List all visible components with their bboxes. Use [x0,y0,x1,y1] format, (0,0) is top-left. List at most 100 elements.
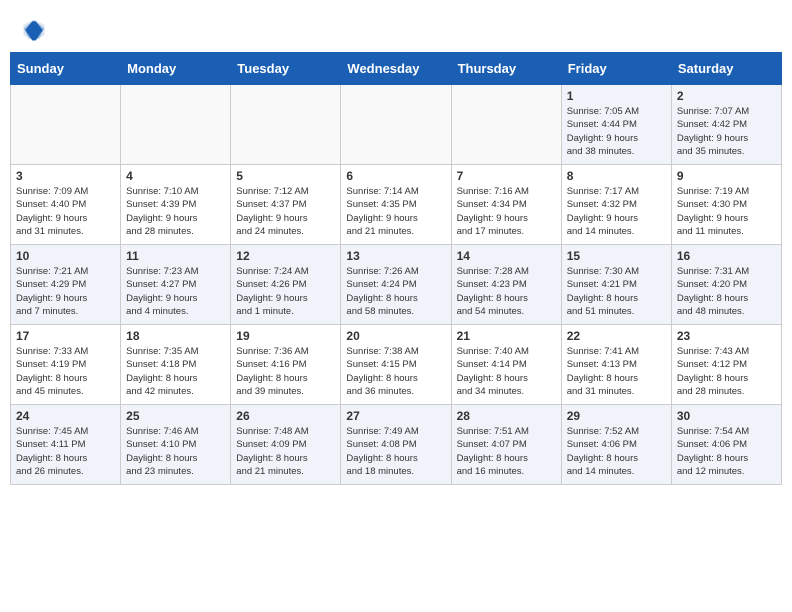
day-cell-18: 18 Sunrise: 7:35 AM Sunset: 4:18 PM Dayli… [121,325,231,405]
day-cell-25: 25 Sunrise: 7:46 AM Sunset: 4:10 PM Dayli… [121,405,231,485]
day-cell-24: 24 Sunrise: 7:45 AM Sunset: 4:11 PM Dayli… [11,405,121,485]
week-row-2: 3 Sunrise: 7:09 AM Sunset: 4:40 PM Daylig… [11,165,782,245]
day-number: 28 [457,409,556,423]
day-number: 17 [16,329,115,343]
day-info: Sunrise: 7:12 AM Sunset: 4:37 PM Dayligh… [236,185,335,238]
weekday-header-wednesday: Wednesday [341,53,451,85]
day-number: 1 [567,89,666,103]
day-cell-21: 21 Sunrise: 7:40 AM Sunset: 4:14 PM Dayli… [451,325,561,405]
day-cell-10: 10 Sunrise: 7:21 AM Sunset: 4:29 PM Dayli… [11,245,121,325]
logo-icon [20,16,48,44]
weekday-header-friday: Friday [561,53,671,85]
page-container: SundayMondayTuesdayWednesdayThursdayFrid… [0,0,792,485]
day-info: Sunrise: 7:16 AM Sunset: 4:34 PM Dayligh… [457,185,556,238]
weekday-header-monday: Monday [121,53,231,85]
day-info: Sunrise: 7:49 AM Sunset: 4:08 PM Dayligh… [346,425,445,478]
day-cell-8: 8 Sunrise: 7:17 AM Sunset: 4:32 PM Daylig… [561,165,671,245]
empty-cell [451,85,561,165]
page-header [0,0,792,52]
day-number: 11 [126,249,225,263]
day-info: Sunrise: 7:40 AM Sunset: 4:14 PM Dayligh… [457,345,556,398]
day-number: 5 [236,169,335,183]
day-info: Sunrise: 7:51 AM Sunset: 4:07 PM Dayligh… [457,425,556,478]
day-info: Sunrise: 7:23 AM Sunset: 4:27 PM Dayligh… [126,265,225,318]
day-cell-17: 17 Sunrise: 7:33 AM Sunset: 4:19 PM Dayli… [11,325,121,405]
day-info: Sunrise: 7:10 AM Sunset: 4:39 PM Dayligh… [126,185,225,238]
day-info: Sunrise: 7:35 AM Sunset: 4:18 PM Dayligh… [126,345,225,398]
day-number: 8 [567,169,666,183]
day-info: Sunrise: 7:46 AM Sunset: 4:10 PM Dayligh… [126,425,225,478]
empty-cell [11,85,121,165]
day-info: Sunrise: 7:05 AM Sunset: 4:44 PM Dayligh… [567,105,666,158]
weekday-header-sunday: Sunday [11,53,121,85]
week-row-3: 10 Sunrise: 7:21 AM Sunset: 4:29 PM Dayli… [11,245,782,325]
empty-cell [341,85,451,165]
day-cell-23: 23 Sunrise: 7:43 AM Sunset: 4:12 PM Dayli… [671,325,781,405]
day-number: 24 [16,409,115,423]
day-info: Sunrise: 7:52 AM Sunset: 4:06 PM Dayligh… [567,425,666,478]
day-number: 2 [677,89,776,103]
day-info: Sunrise: 7:21 AM Sunset: 4:29 PM Dayligh… [16,265,115,318]
week-row-4: 17 Sunrise: 7:33 AM Sunset: 4:19 PM Dayli… [11,325,782,405]
day-info: Sunrise: 7:31 AM Sunset: 4:20 PM Dayligh… [677,265,776,318]
day-info: Sunrise: 7:48 AM Sunset: 4:09 PM Dayligh… [236,425,335,478]
day-cell-7: 7 Sunrise: 7:16 AM Sunset: 4:34 PM Daylig… [451,165,561,245]
day-cell-13: 13Sunrise: 7:26 AM Sunset: 4:24 PM Dayli… [341,245,451,325]
day-info: Sunrise: 7:07 AM Sunset: 4:42 PM Dayligh… [677,105,776,158]
day-number: 23 [677,329,776,343]
day-number: 3 [16,169,115,183]
day-number: 21 [457,329,556,343]
calendar-table: SundayMondayTuesdayWednesdayThursdayFrid… [10,52,782,485]
day-number: 22 [567,329,666,343]
day-cell-27: 27 Sunrise: 7:49 AM Sunset: 4:08 PM Dayli… [341,405,451,485]
day-cell-19: 19Sunrise: 7:36 AM Sunset: 4:16 PM Dayli… [231,325,341,405]
week-row-1: 1 Sunrise: 7:05 AM Sunset: 4:44 PM Daylig… [11,85,782,165]
day-cell-26: 26 Sunrise: 7:48 AM Sunset: 4:09 PM Dayli… [231,405,341,485]
day-number: 15 [567,249,666,263]
day-number: 29 [567,409,666,423]
day-cell-16: 16Sunrise: 7:31 AM Sunset: 4:20 PM Dayli… [671,245,781,325]
day-number: 9 [677,169,776,183]
day-number: 19 [236,329,335,343]
day-cell-3: 3 Sunrise: 7:09 AM Sunset: 4:40 PM Daylig… [11,165,121,245]
day-info: Sunrise: 7:41 AM Sunset: 4:13 PM Dayligh… [567,345,666,398]
day-number: 18 [126,329,225,343]
day-number: 12 [236,249,335,263]
day-info: Sunrise: 7:19 AM Sunset: 4:30 PM Dayligh… [677,185,776,238]
day-cell-15: 15 Sunrise: 7:30 AM Sunset: 4:21 PM Dayli… [561,245,671,325]
day-number: 25 [126,409,225,423]
day-info: Sunrise: 7:14 AM Sunset: 4:35 PM Dayligh… [346,185,445,238]
day-number: 6 [346,169,445,183]
day-cell-20: 20Sunrise: 7:38 AM Sunset: 4:15 PM Dayli… [341,325,451,405]
day-number: 27 [346,409,445,423]
day-info: Sunrise: 7:43 AM Sunset: 4:12 PM Dayligh… [677,345,776,398]
day-cell-30: 30Sunrise: 7:54 AM Sunset: 4:06 PM Dayli… [671,405,781,485]
day-cell-4: 4Sunrise: 7:10 AM Sunset: 4:39 PM Daylig… [121,165,231,245]
day-info: Sunrise: 7:45 AM Sunset: 4:11 PM Dayligh… [16,425,115,478]
day-info: Sunrise: 7:17 AM Sunset: 4:32 PM Dayligh… [567,185,666,238]
day-info: Sunrise: 7:28 AM Sunset: 4:23 PM Dayligh… [457,265,556,318]
day-info: Sunrise: 7:38 AM Sunset: 4:15 PM Dayligh… [346,345,445,398]
logo [20,16,52,44]
day-info: Sunrise: 7:33 AM Sunset: 4:19 PM Dayligh… [16,345,115,398]
day-cell-5: 5 Sunrise: 7:12 AM Sunset: 4:37 PM Daylig… [231,165,341,245]
day-number: 7 [457,169,556,183]
day-info: Sunrise: 7:30 AM Sunset: 4:21 PM Dayligh… [567,265,666,318]
day-number: 10 [16,249,115,263]
day-info: Sunrise: 7:24 AM Sunset: 4:26 PM Dayligh… [236,265,335,318]
weekday-header-saturday: Saturday [671,53,781,85]
day-cell-9: 9 Sunrise: 7:19 AM Sunset: 4:30 PM Daylig… [671,165,781,245]
day-cell-14: 14Sunrise: 7:28 AM Sunset: 4:23 PM Dayli… [451,245,561,325]
day-cell-28: 28 Sunrise: 7:51 AM Sunset: 4:07 PM Dayli… [451,405,561,485]
day-cell-11: 11 Sunrise: 7:23 AM Sunset: 4:27 PM Dayli… [121,245,231,325]
day-number: 26 [236,409,335,423]
day-info: Sunrise: 7:26 AM Sunset: 4:24 PM Dayligh… [346,265,445,318]
day-info: Sunrise: 7:09 AM Sunset: 4:40 PM Dayligh… [16,185,115,238]
empty-cell [231,85,341,165]
day-cell-29: 29 Sunrise: 7:52 AM Sunset: 4:06 PM Dayli… [561,405,671,485]
weekday-header-tuesday: Tuesday [231,53,341,85]
empty-cell [121,85,231,165]
weekday-header-thursday: Thursday [451,53,561,85]
day-cell-1: 1 Sunrise: 7:05 AM Sunset: 4:44 PM Daylig… [561,85,671,165]
day-number: 30 [677,409,776,423]
